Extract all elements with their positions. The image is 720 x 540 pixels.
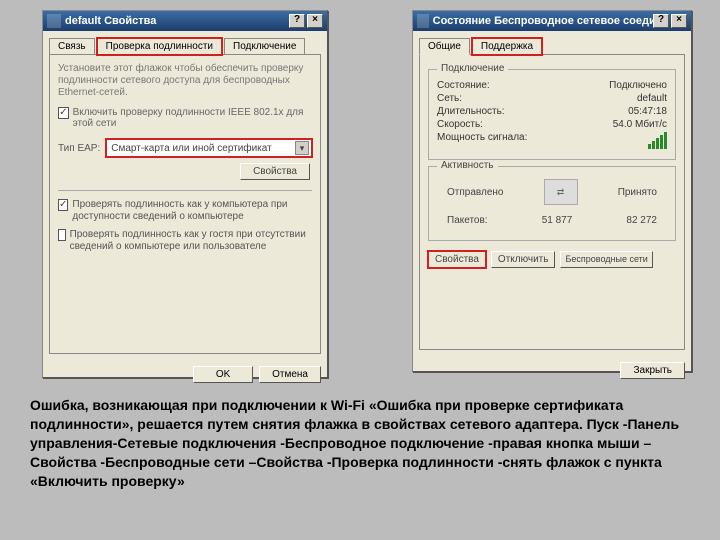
recv-label: Принято xyxy=(618,187,657,198)
tabs-row: Общие Поддержка xyxy=(413,31,691,54)
network-icon: ⇄ xyxy=(544,179,578,205)
window-icon xyxy=(47,14,61,28)
tab-connection[interactable]: Связь xyxy=(49,38,95,55)
speed-label: Скорость: xyxy=(437,119,483,130)
packets-sent-value: 51 877 xyxy=(488,215,627,226)
auth-as-computer-label: Проверять подлинность как у компьютера п… xyxy=(72,199,312,223)
status-pane: Подключение Состояние: Подключено Сеть: de… xyxy=(419,54,685,350)
dialog-button-row: OK Отмена xyxy=(43,360,327,389)
auth-as-guest-checkbox[interactable] xyxy=(58,229,66,241)
signal-label: Мощность сигнала: xyxy=(437,132,527,149)
eap-properties-button[interactable]: Свойства xyxy=(240,163,310,180)
auth-as-computer-checkbox[interactable]: ✓ xyxy=(58,199,68,211)
tab-authentication[interactable]: Проверка подлинности xyxy=(97,38,222,55)
enable-8021x-label: Включить проверку подлинности IEEE 802.1… xyxy=(73,107,312,129)
connection-group: Подключение Состояние:Подключено Сеть:de… xyxy=(428,69,676,160)
tab-general[interactable]: Общие xyxy=(419,38,470,55)
connection-group-title: Подключение xyxy=(437,63,508,74)
eap-type-select[interactable]: Смарт-карта или иной сертификат ▾ xyxy=(106,139,312,157)
duration-value: 05:47:18 xyxy=(628,106,667,117)
tabs-row: Связь Проверка подлинности Подключение xyxy=(43,31,327,54)
auth-pane: Установите этот флажок чтобы обеспечить … xyxy=(49,54,321,354)
packets-label: Пакетов: xyxy=(447,215,488,226)
properties-button[interactable]: Свойства xyxy=(428,251,486,268)
tab-link[interactable]: Подключение xyxy=(224,38,305,55)
state-label: Состояние: xyxy=(437,80,490,91)
network-label: Сеть: xyxy=(437,93,462,104)
cancel-button[interactable]: Отмена xyxy=(259,366,321,383)
titlebar-properties: default Свойства ? × xyxy=(43,11,327,31)
eap-type-label: Тип EAP: xyxy=(58,143,100,154)
signal-strength-icon xyxy=(648,132,667,149)
close-button[interactable]: × xyxy=(307,14,323,28)
disconnect-button[interactable]: Отключить xyxy=(491,251,556,268)
duration-label: Длительность: xyxy=(437,106,505,117)
window-title: Состояние Беспроводное сетевое соединени… xyxy=(433,15,653,27)
eap-type-value: Смарт-карта или иной сертификат xyxy=(111,143,271,154)
auth-as-guest-label: Проверять подлинность как у гостя при от… xyxy=(70,229,312,253)
sent-label: Отправлено xyxy=(447,187,503,198)
packets-recv-value: 82 272 xyxy=(626,215,657,226)
chevron-down-icon: ▾ xyxy=(295,141,309,155)
enable-8021x-checkbox[interactable]: ✓ xyxy=(58,107,69,119)
help-button[interactable]: ? xyxy=(289,14,305,28)
help-button[interactable]: ? xyxy=(653,14,669,28)
state-value: Подключено xyxy=(609,80,667,91)
dialog-button-row: Закрыть xyxy=(413,356,691,385)
window-title: default Свойства xyxy=(65,15,156,27)
titlebar-status: Состояние Беспроводное сетевое соединени… xyxy=(413,11,691,31)
intro-text: Установите этот флажок чтобы обеспечить … xyxy=(58,63,312,99)
activity-group: Активность Отправлено ⇄ Принято Пакетов:… xyxy=(428,166,676,241)
window-icon xyxy=(417,14,429,28)
activity-group-title: Активность xyxy=(437,160,498,171)
properties-window: default Свойства ? × Связь Проверка подл… xyxy=(42,10,328,378)
close-button[interactable]: × xyxy=(671,14,687,28)
speed-value: 54.0 Мбит/с xyxy=(613,119,667,130)
wireless-networks-button[interactable]: Беспроводные сети xyxy=(560,251,652,268)
caption-text: Ошибка, возникающая при подключении к Wi… xyxy=(30,396,690,490)
ok-button[interactable]: OK xyxy=(193,366,253,383)
network-value: default xyxy=(637,93,667,104)
status-window: Состояние Беспроводное сетевое соединени… xyxy=(412,10,692,372)
tab-support[interactable]: Поддержка xyxy=(472,38,542,55)
close-dialog-button[interactable]: Закрыть xyxy=(620,362,685,379)
